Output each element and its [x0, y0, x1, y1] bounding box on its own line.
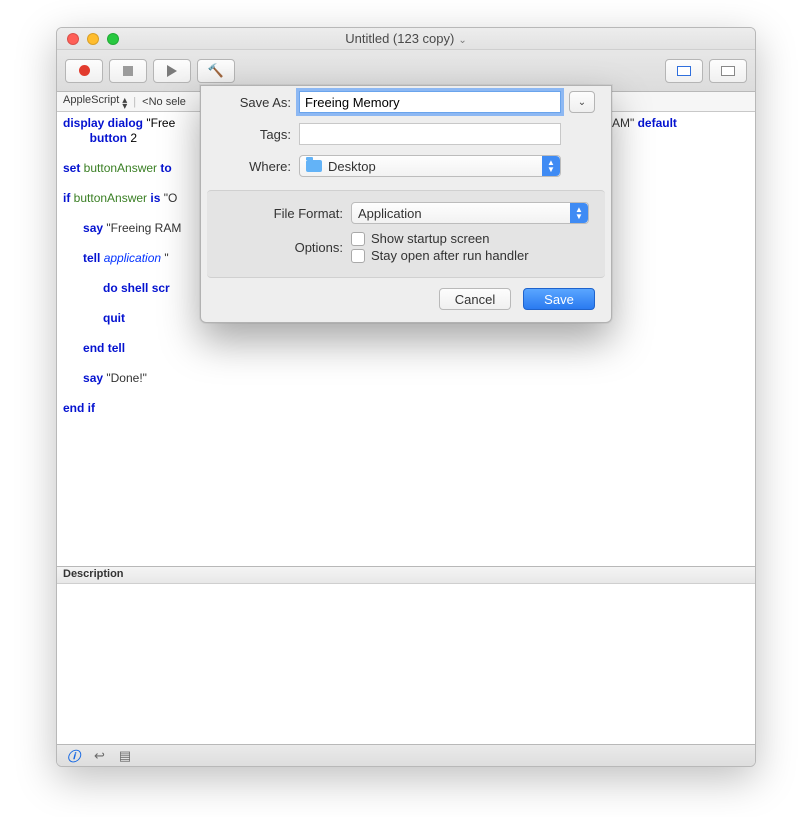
- file-format-label: File Format:: [223, 206, 351, 221]
- folder-icon: [306, 160, 322, 172]
- where-value: Desktop: [328, 159, 376, 174]
- window-title-text: Untitled (123 copy): [345, 31, 454, 46]
- pane-right-button[interactable]: [709, 59, 747, 83]
- options-label: Options:: [223, 240, 351, 255]
- pane-left-button[interactable]: [665, 59, 703, 83]
- save-dialog: Save As: ⌄ Tags: Where: Desktop ▲▼ File …: [200, 85, 612, 323]
- chevron-down-icon: ⌄: [454, 35, 466, 46]
- play-icon: [167, 65, 177, 77]
- list-icon[interactable]: ▤: [119, 748, 131, 764]
- expand-button[interactable]: ⌄: [569, 91, 595, 113]
- description-header[interactable]: Description: [57, 566, 755, 584]
- chevron-down-icon: ⌄: [578, 97, 586, 108]
- pane-left-icon: [677, 66, 691, 76]
- pane-right-icon: [721, 66, 735, 76]
- window-title[interactable]: Untitled (123 copy)⌄: [57, 31, 755, 46]
- save-button[interactable]: Save: [523, 288, 595, 310]
- show-startup-label: Show startup screen: [371, 231, 490, 246]
- tags-input[interactable]: [299, 123, 561, 145]
- hammer-icon: 🔨: [208, 63, 224, 79]
- where-label: Where:: [217, 159, 299, 174]
- return-icon[interactable]: ↩: [94, 748, 105, 764]
- show-startup-checkbox[interactable]: [351, 232, 365, 246]
- file-format-select[interactable]: Application ▲▼: [351, 202, 589, 224]
- cancel-button[interactable]: Cancel: [439, 288, 511, 310]
- description-pane[interactable]: [57, 584, 755, 744]
- stop-icon: [123, 66, 133, 76]
- record-icon: [79, 65, 90, 76]
- titlebar: Untitled (123 copy)⌄: [57, 28, 755, 50]
- save-as-label: Save As:: [217, 95, 299, 110]
- stay-open-checkbox[interactable]: [351, 249, 365, 263]
- file-format-value: Application: [358, 206, 422, 221]
- record-button[interactable]: [65, 59, 103, 83]
- dialog-buttons: Cancel Save: [201, 286, 611, 310]
- updown-icon: ▴▾: [122, 98, 127, 110]
- language-selector[interactable]: AppleScript▴▾: [63, 94, 127, 110]
- info-icon[interactable]: ⓘ: [67, 746, 80, 765]
- save-as-input[interactable]: [299, 91, 561, 113]
- updown-icon: ▲▼: [570, 203, 588, 223]
- run-button[interactable]: [153, 59, 191, 83]
- updown-icon: ▲▼: [542, 156, 560, 176]
- separator: |: [133, 96, 136, 108]
- tags-label: Tags:: [217, 127, 299, 142]
- status-bar: ⓘ ↩ ▤: [57, 744, 755, 766]
- stop-button[interactable]: [109, 59, 147, 83]
- stay-open-label: Stay open after run handler: [371, 248, 529, 263]
- navigation-selector[interactable]: <No sele: [142, 96, 186, 108]
- compile-button[interactable]: 🔨: [197, 59, 235, 83]
- where-select[interactable]: Desktop ▲▼: [299, 155, 561, 177]
- options-panel: File Format: Application ▲▼ Options: Sho…: [207, 190, 605, 278]
